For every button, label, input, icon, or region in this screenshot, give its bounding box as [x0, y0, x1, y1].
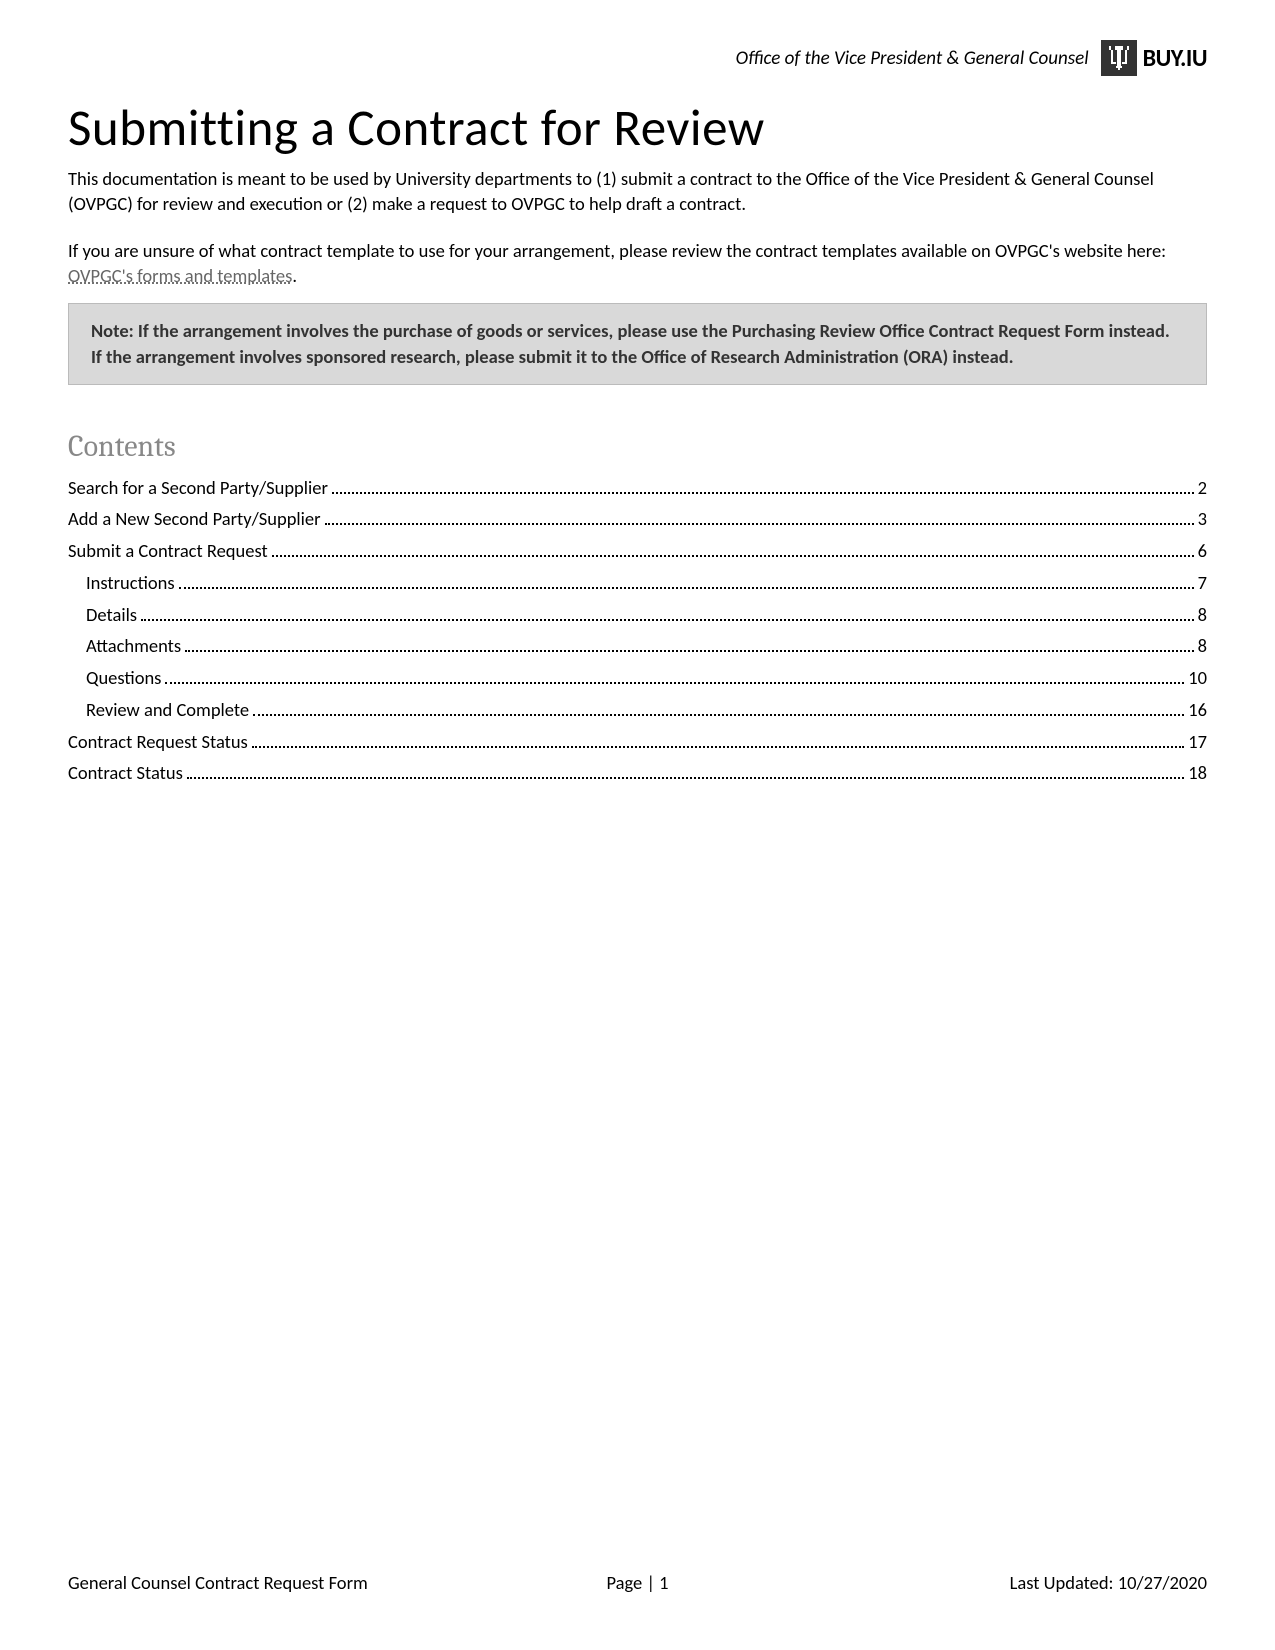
intro-paragraph-1: This documentation is meant to be used b…: [68, 167, 1207, 217]
toc-entry[interactable]: Search for a Second Party/Supplier 2: [68, 474, 1207, 502]
note-callout: Note: If the arrangement involves the pu…: [68, 303, 1207, 385]
trident-icon: [1107, 44, 1131, 72]
toc-entry[interactable]: Attachments 8: [68, 632, 1207, 660]
logo-block: BUY.IU: [1101, 40, 1207, 76]
toc-page-number: 7: [1198, 569, 1207, 597]
toc-page-number: 8: [1198, 601, 1207, 629]
toc-label: Review and Complete: [86, 696, 249, 724]
toc-label: Instructions: [86, 569, 175, 597]
toc-page-number: 8: [1198, 632, 1207, 660]
toc-entry[interactable]: Questions 10: [68, 664, 1207, 692]
toc-entry[interactable]: Add a New Second Party/Supplier 3: [68, 505, 1207, 533]
toc-page-number: 6: [1198, 537, 1207, 565]
toc-leader-dots: [141, 619, 1194, 621]
toc-label: Contract Request Status: [68, 728, 248, 756]
toc-entry[interactable]: Contract Status 18: [68, 759, 1207, 787]
toc-label: Add a New Second Party/Supplier: [68, 505, 321, 533]
contents-heading: Contents: [68, 429, 1207, 464]
toc-page-number: 16: [1188, 696, 1207, 724]
toc-label: Attachments: [86, 632, 181, 660]
brand-text: BUY.IU: [1143, 44, 1207, 73]
toc-leader-dots: [187, 777, 1184, 779]
toc-page-number: 2: [1198, 474, 1207, 502]
intro2-pre: If you are unsure of what contract templ…: [68, 239, 1166, 262]
toc-entry[interactable]: Details 8: [68, 601, 1207, 629]
toc-entry[interactable]: Instructions 7: [68, 569, 1207, 597]
toc-label: Details: [86, 601, 137, 629]
toc-leader-dots: [272, 555, 1194, 557]
footer-right: Last Updated: 10/27/2020: [1010, 1571, 1207, 1594]
footer-page-number: Page | 1: [606, 1571, 668, 1594]
intro2-post: .: [292, 264, 297, 287]
toc-label: Search for a Second Party/Supplier: [68, 474, 328, 502]
toc-label: Questions: [86, 664, 161, 692]
toc-leader-dots: [165, 682, 1184, 684]
toc-entry[interactable]: Review and Complete 16: [68, 696, 1207, 724]
toc-entry[interactable]: Submit a Contract Request 6: [68, 537, 1207, 565]
toc-leader-dots: [253, 714, 1184, 716]
toc-entry[interactable]: Contract Request Status 17: [68, 728, 1207, 756]
page-header: Office of the Vice President & General C…: [68, 40, 1207, 76]
toc-leader-dots: [332, 492, 1194, 494]
toc-page-number: 10: [1188, 664, 1207, 692]
toc-leader-dots: [325, 523, 1194, 525]
toc-leader-dots: [252, 746, 1184, 748]
toc-leader-dots: [185, 650, 1193, 652]
toc-label: Submit a Contract Request: [68, 537, 268, 565]
note-text: Note: If the arrangement involves the pu…: [91, 318, 1184, 370]
footer-left: General Counsel Contract Request Form: [68, 1571, 368, 1594]
toc-label: Contract Status: [68, 759, 183, 787]
toc-page-number: 18: [1188, 759, 1207, 787]
office-name: Office of the Vice President & General C…: [736, 47, 1089, 70]
intro-paragraph-2: If you are unsure of what contract templ…: [68, 239, 1207, 289]
toc-leader-dots: [179, 587, 1194, 589]
templates-link[interactable]: OVPGC's forms and templates: [68, 264, 292, 287]
table-of-contents: Search for a Second Party/Supplier 2 Add …: [68, 474, 1207, 788]
iu-trident-icon: [1101, 40, 1137, 76]
toc-page-number: 17: [1188, 728, 1207, 756]
page-footer: General Counsel Contract Request Form Pa…: [68, 1571, 1207, 1594]
toc-page-number: 3: [1198, 505, 1207, 533]
page-title: Submitting a Contract for Review: [68, 96, 1207, 159]
